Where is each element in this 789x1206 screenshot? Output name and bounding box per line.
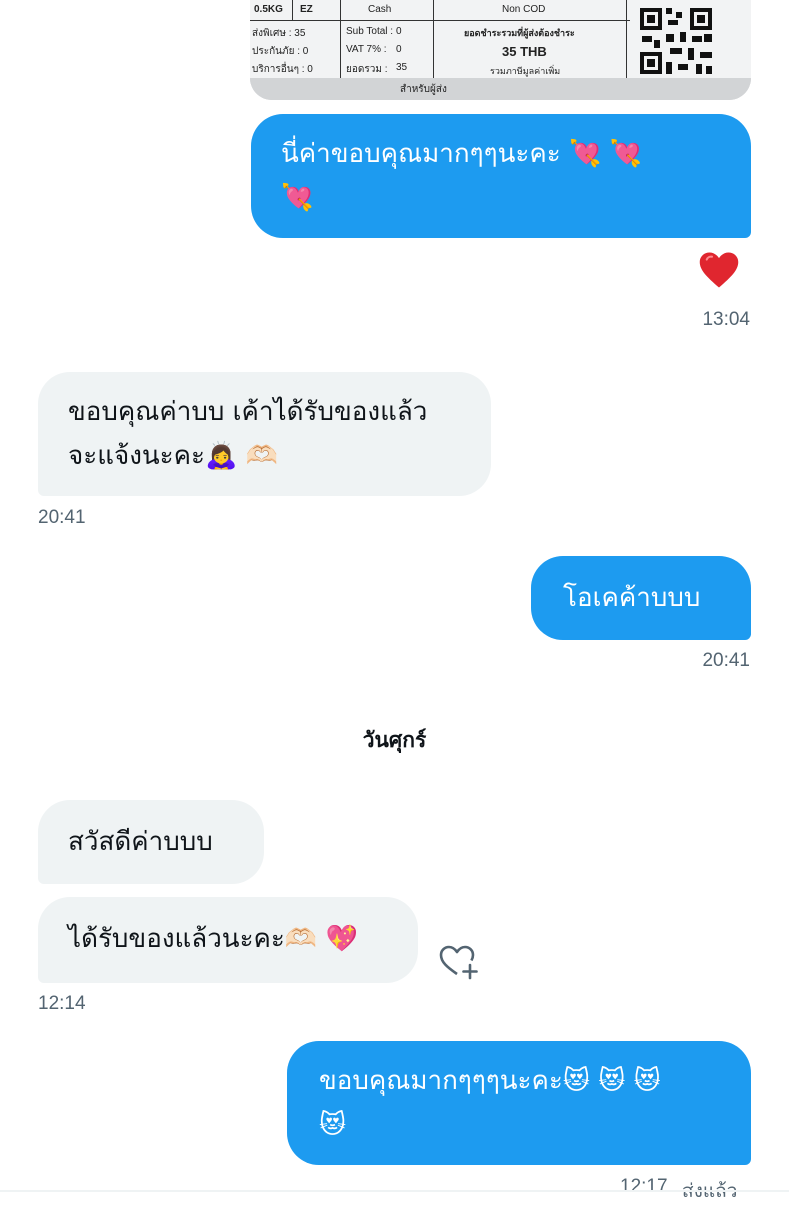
day-separator: วันศุกร์ xyxy=(362,728,427,752)
message-bubble-incoming[interactable]: ได้รับของแล้วนะคะ🫶🏻 💖 xyxy=(38,897,418,983)
message-timestamp: 20:41 xyxy=(38,507,86,528)
receipt-total-value: 35 THB xyxy=(502,44,547,59)
message-text-line: โอเคค้าบบบ xyxy=(563,583,701,613)
message-text-line: 💘 xyxy=(281,183,314,213)
message-text-line: 😻 xyxy=(319,1110,347,1140)
message-text-line: ขอบคุณค่าบบ เค้าได้รับของแล้ว xyxy=(68,397,428,427)
heart-plus-icon[interactable] xyxy=(437,941,479,981)
receipt-bottom-band: สำหรับผู้ส่ง xyxy=(250,78,751,100)
receipt-vat-note: รวมภาษีมูลค่าเพิ่ม xyxy=(490,66,561,76)
message-bubble-incoming[interactable]: ขอบคุณค่าบบ เค้าได้รับของแล้ว จะแจ้งนะคะ… xyxy=(38,372,491,496)
heart-icon[interactable] xyxy=(698,250,740,290)
receipt-row3-left: บริการอื่นๆ : 0 xyxy=(252,64,313,75)
receipt-weight: 0.5KG xyxy=(254,4,283,15)
receipt-total-label: ยอดชำระรวมที่ผู้ส่งต้องชำระ xyxy=(464,28,575,38)
message-timestamp: 12:14 xyxy=(38,993,86,1014)
receipt-row2-left: ประกันภัย : 0 xyxy=(252,46,309,57)
message-bubble-outgoing[interactable]: นี่ค่าขอบคุณมากๆๆนะคะ 💘 💘 💘 xyxy=(251,114,751,238)
receipt-payment: Cash xyxy=(368,4,392,15)
message-text-line: ขอบคุณมากๆๆๆนะคะ😻 😻 😻 xyxy=(319,1066,661,1096)
receipt-row2-mid-value: 0 xyxy=(396,44,402,55)
qr-code-icon xyxy=(636,4,716,78)
receipt-row3-mid-label: ยอดรวม : xyxy=(346,64,388,75)
message-bubble-incoming[interactable]: สวัสดีค่าบบบ xyxy=(38,800,264,884)
message-text-line: นี่ค่าขอบคุณมากๆๆนะคะ 💘 💘 xyxy=(281,139,642,169)
receipt-row2-mid-label: VAT 7% : xyxy=(346,44,387,55)
receipt-service: EZ xyxy=(300,4,313,15)
receipt-footer: สำหรับผู้ส่ง xyxy=(400,84,447,95)
message-text-line: ได้รับของแล้วนะคะ🫶🏻 💖 xyxy=(68,924,358,954)
receipt-row1-left: ส่งพิเศษ : 35 xyxy=(252,28,306,39)
receipt-row1-mid-value: 0 xyxy=(396,26,402,37)
message-text-line: จะแจ้งนะคะ🙇‍♀️ 🫶🏻 xyxy=(68,441,278,471)
receipt-cod: Non COD xyxy=(502,4,546,15)
message-text-line: สวัสดีค่าบบบ xyxy=(68,827,213,857)
message-timestamp: 13:04 xyxy=(702,309,750,330)
divider xyxy=(0,1190,789,1192)
message-timestamp: 20:41 xyxy=(702,650,750,671)
receipt-image[interactable]: 0.5KG EZ Cash Non COD ส่งพิเศษ : 35 Sub … xyxy=(250,0,751,100)
message-bubble-outgoing[interactable]: โอเคค้าบบบ xyxy=(531,556,751,640)
receipt-row1-mid-label: Sub Total : xyxy=(346,26,394,37)
message-timestamp: 12:17 xyxy=(620,1176,668,1197)
message-bubble-outgoing[interactable]: ขอบคุณมากๆๆๆนะคะ😻 😻 😻 😻 xyxy=(287,1041,751,1165)
receipt-row3-mid-value: 35 xyxy=(396,62,408,73)
